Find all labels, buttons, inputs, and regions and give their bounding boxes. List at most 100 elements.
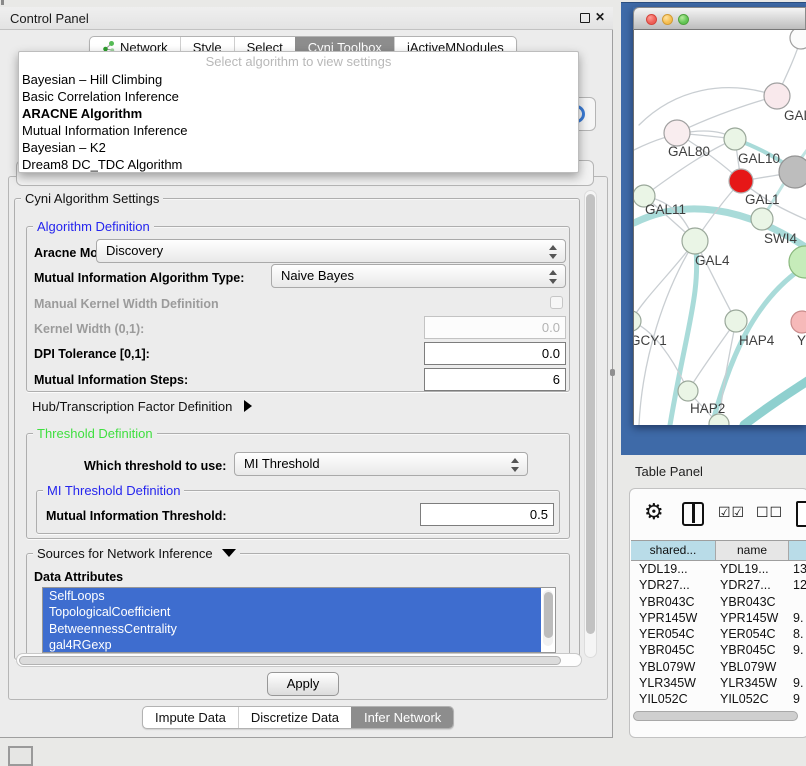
attributes-scrollbar[interactable] bbox=[543, 590, 553, 646]
algorithm-option-aracne[interactable]: ARACNE Algorithm bbox=[19, 105, 578, 122]
table-row[interactable]: YER054CYER054C8. bbox=[631, 626, 806, 642]
table-cell[interactable]: YBR045C bbox=[631, 642, 716, 658]
table-cell[interactable]: YBR043C bbox=[631, 594, 716, 610]
list-item[interactable]: TopologicalCoefficient bbox=[43, 604, 541, 620]
algorithm-option-bayesian-hill-climbing[interactable]: Bayesian – Hill Climbing bbox=[19, 71, 578, 88]
mac-minimize-icon[interactable] bbox=[662, 14, 673, 25]
tab-infer-network[interactable]: Infer Network bbox=[351, 707, 453, 728]
tab-impute-data[interactable]: Impute Data bbox=[143, 707, 238, 728]
node-gal80[interactable] bbox=[664, 120, 690, 146]
table-cell[interactable]: YLR345W bbox=[631, 675, 716, 691]
settings-horizontal-scrollbar[interactable] bbox=[16, 653, 582, 667]
table-cell[interactable]: YBR043C bbox=[716, 594, 789, 610]
network-window-titlebar[interactable] bbox=[633, 7, 806, 30]
node-gal1[interactable] bbox=[729, 169, 753, 193]
expanded-arrow-icon[interactable] bbox=[222, 549, 236, 557]
mi-algorithm-type-select[interactable]: Naive Bayes bbox=[271, 264, 566, 288]
table-row[interactable]: YPR145WYPR145W9. bbox=[631, 610, 806, 626]
table-cell[interactable]: 9 bbox=[789, 691, 806, 707]
close-icon[interactable]: ✕ bbox=[595, 10, 605, 24]
network-canvas[interactable]: GALGAL80GAL10GAL1GAL11SWI4GAL4GCY1HAP4YH… bbox=[633, 30, 806, 425]
dpi-tolerance-field[interactable]: 0.0 bbox=[424, 342, 566, 365]
table-row[interactable]: YIL052CYIL052C9 bbox=[631, 691, 806, 707]
panel-divider-handle[interactable] bbox=[610, 369, 615, 376]
table-cell[interactable]: YIL052C bbox=[716, 691, 789, 707]
table-cell[interactable]: YBL079W bbox=[631, 659, 716, 675]
table-cell[interactable]: YPR145W bbox=[716, 610, 789, 626]
table-cell[interactable]: 9. bbox=[789, 642, 806, 658]
node-hap2[interactable] bbox=[678, 381, 698, 401]
table-row[interactable]: YLR345WYLR345W9. bbox=[631, 675, 806, 691]
list-item[interactable]: SelfLoops bbox=[43, 588, 541, 604]
algorithm-option-basic-correlation[interactable]: Basic Correlation Inference bbox=[19, 88, 578, 105]
table-cell[interactable] bbox=[789, 659, 806, 675]
settings-vertical-scrollbar[interactable] bbox=[584, 190, 597, 658]
algorithm-option-bayesian-k2[interactable]: Bayesian – K2 bbox=[19, 139, 578, 156]
table-cell[interactable]: 8. bbox=[789, 626, 806, 642]
list-item[interactable]: BetweennessCentrality bbox=[43, 621, 541, 637]
table-cell[interactable]: YDL19... bbox=[631, 561, 716, 577]
table-row[interactable]: YBR045CYBR045C9. bbox=[631, 642, 806, 658]
manual-kernel-width-checkbox[interactable] bbox=[550, 296, 563, 309]
mac-close-icon[interactable] bbox=[646, 14, 657, 25]
table-cell[interactable]: YER054C bbox=[631, 626, 716, 642]
table-row[interactable]: YBR043CYBR043C bbox=[631, 594, 806, 610]
node-gal-pink[interactable] bbox=[764, 83, 790, 109]
column-header-partial[interactable] bbox=[789, 541, 806, 560]
kernel-width-field[interactable]: 0.0 bbox=[424, 316, 566, 339]
apply-button[interactable]: Apply bbox=[267, 672, 339, 696]
network-edge[interactable] bbox=[744, 380, 806, 425]
mi-threshold-field[interactable]: 0.5 bbox=[420, 503, 554, 526]
table-cell[interactable]: YBR045C bbox=[716, 642, 789, 658]
scrollbar-thumb[interactable] bbox=[544, 592, 553, 638]
network-edge[interactable] bbox=[677, 96, 777, 133]
which-threshold-select[interactable]: MI Threshold bbox=[234, 452, 528, 476]
table-cell[interactable]: YLR345W bbox=[716, 675, 789, 691]
table-cell[interactable]: YDR27... bbox=[631, 577, 716, 593]
column-header-shared[interactable]: shared... bbox=[631, 541, 716, 560]
aracne-mode-select[interactable]: Discovery bbox=[96, 239, 566, 263]
table-row[interactable]: YBL079WYBL079W bbox=[631, 659, 806, 675]
node-gray[interactable] bbox=[779, 156, 806, 188]
node-gal10[interactable] bbox=[724, 128, 746, 150]
table-cell[interactable]: YIL052C bbox=[631, 691, 716, 707]
split-columns-icon[interactable] bbox=[682, 502, 704, 526]
data-attributes-list[interactable]: SelfLoops TopologicalCoefficient Between… bbox=[42, 587, 556, 653]
table-row[interactable]: YDL19...YDL19...13 bbox=[631, 561, 806, 577]
node-swi4[interactable] bbox=[751, 208, 773, 230]
algorithm-option-mutual-information[interactable]: Mutual Information Inference bbox=[19, 122, 578, 139]
table-cell[interactable] bbox=[789, 594, 806, 610]
node-partial-top[interactable] bbox=[790, 30, 806, 49]
table-cell[interactable]: YDR27... bbox=[716, 577, 789, 593]
node-pink-right[interactable] bbox=[791, 311, 806, 333]
algorithm-option-dream8[interactable]: Dream8 DC_TDC Algorithm bbox=[19, 156, 578, 173]
network-edge[interactable] bbox=[634, 241, 695, 321]
scrollbar-thumb[interactable] bbox=[586, 194, 595, 634]
table-cell[interactable]: YDL19... bbox=[716, 561, 789, 577]
node-gal4[interactable] bbox=[682, 228, 708, 254]
node-gcy1[interactable] bbox=[634, 311, 641, 331]
table-horizontal-scrollbar[interactable] bbox=[633, 711, 804, 723]
scrollbar-thumb[interactable] bbox=[633, 711, 798, 721]
mi-steps-field[interactable]: 6 bbox=[424, 368, 566, 391]
table-cell[interactable]: 9. bbox=[789, 675, 806, 691]
table-row[interactable]: YDR27...YDR27...12 bbox=[631, 577, 806, 593]
list-item[interactable]: gal4RGexp bbox=[43, 637, 541, 653]
table-cell[interactable]: 12 bbox=[789, 577, 806, 593]
column-header-name[interactable]: name bbox=[716, 541, 789, 560]
mac-zoom-icon[interactable] bbox=[678, 14, 689, 25]
scrollbar-thumb[interactable] bbox=[19, 656, 561, 665]
control-panel-titlebar[interactable] bbox=[0, 7, 613, 30]
node-hap4[interactable] bbox=[725, 310, 747, 332]
hub-definition-toggle[interactable]: Hub/Transcription Factor Definition bbox=[32, 399, 252, 414]
table-cell[interactable]: YPR145W bbox=[631, 610, 716, 626]
table-cell[interactable]: YER054C bbox=[716, 626, 789, 642]
float-window-icon[interactable] bbox=[580, 13, 590, 23]
deselect-all-checkboxes-icon[interactable]: ☐☐ bbox=[756, 505, 783, 521]
table-cell[interactable]: 9. bbox=[789, 610, 806, 626]
select-all-checkboxes-icon[interactable]: ☑☑ bbox=[718, 505, 745, 521]
tab-discretize-data[interactable]: Discretize Data bbox=[238, 707, 351, 728]
table-cell[interactable]: YBL079W bbox=[716, 659, 789, 675]
document-icon[interactable] bbox=[796, 501, 806, 527]
table-cell[interactable]: 13 bbox=[789, 561, 806, 577]
